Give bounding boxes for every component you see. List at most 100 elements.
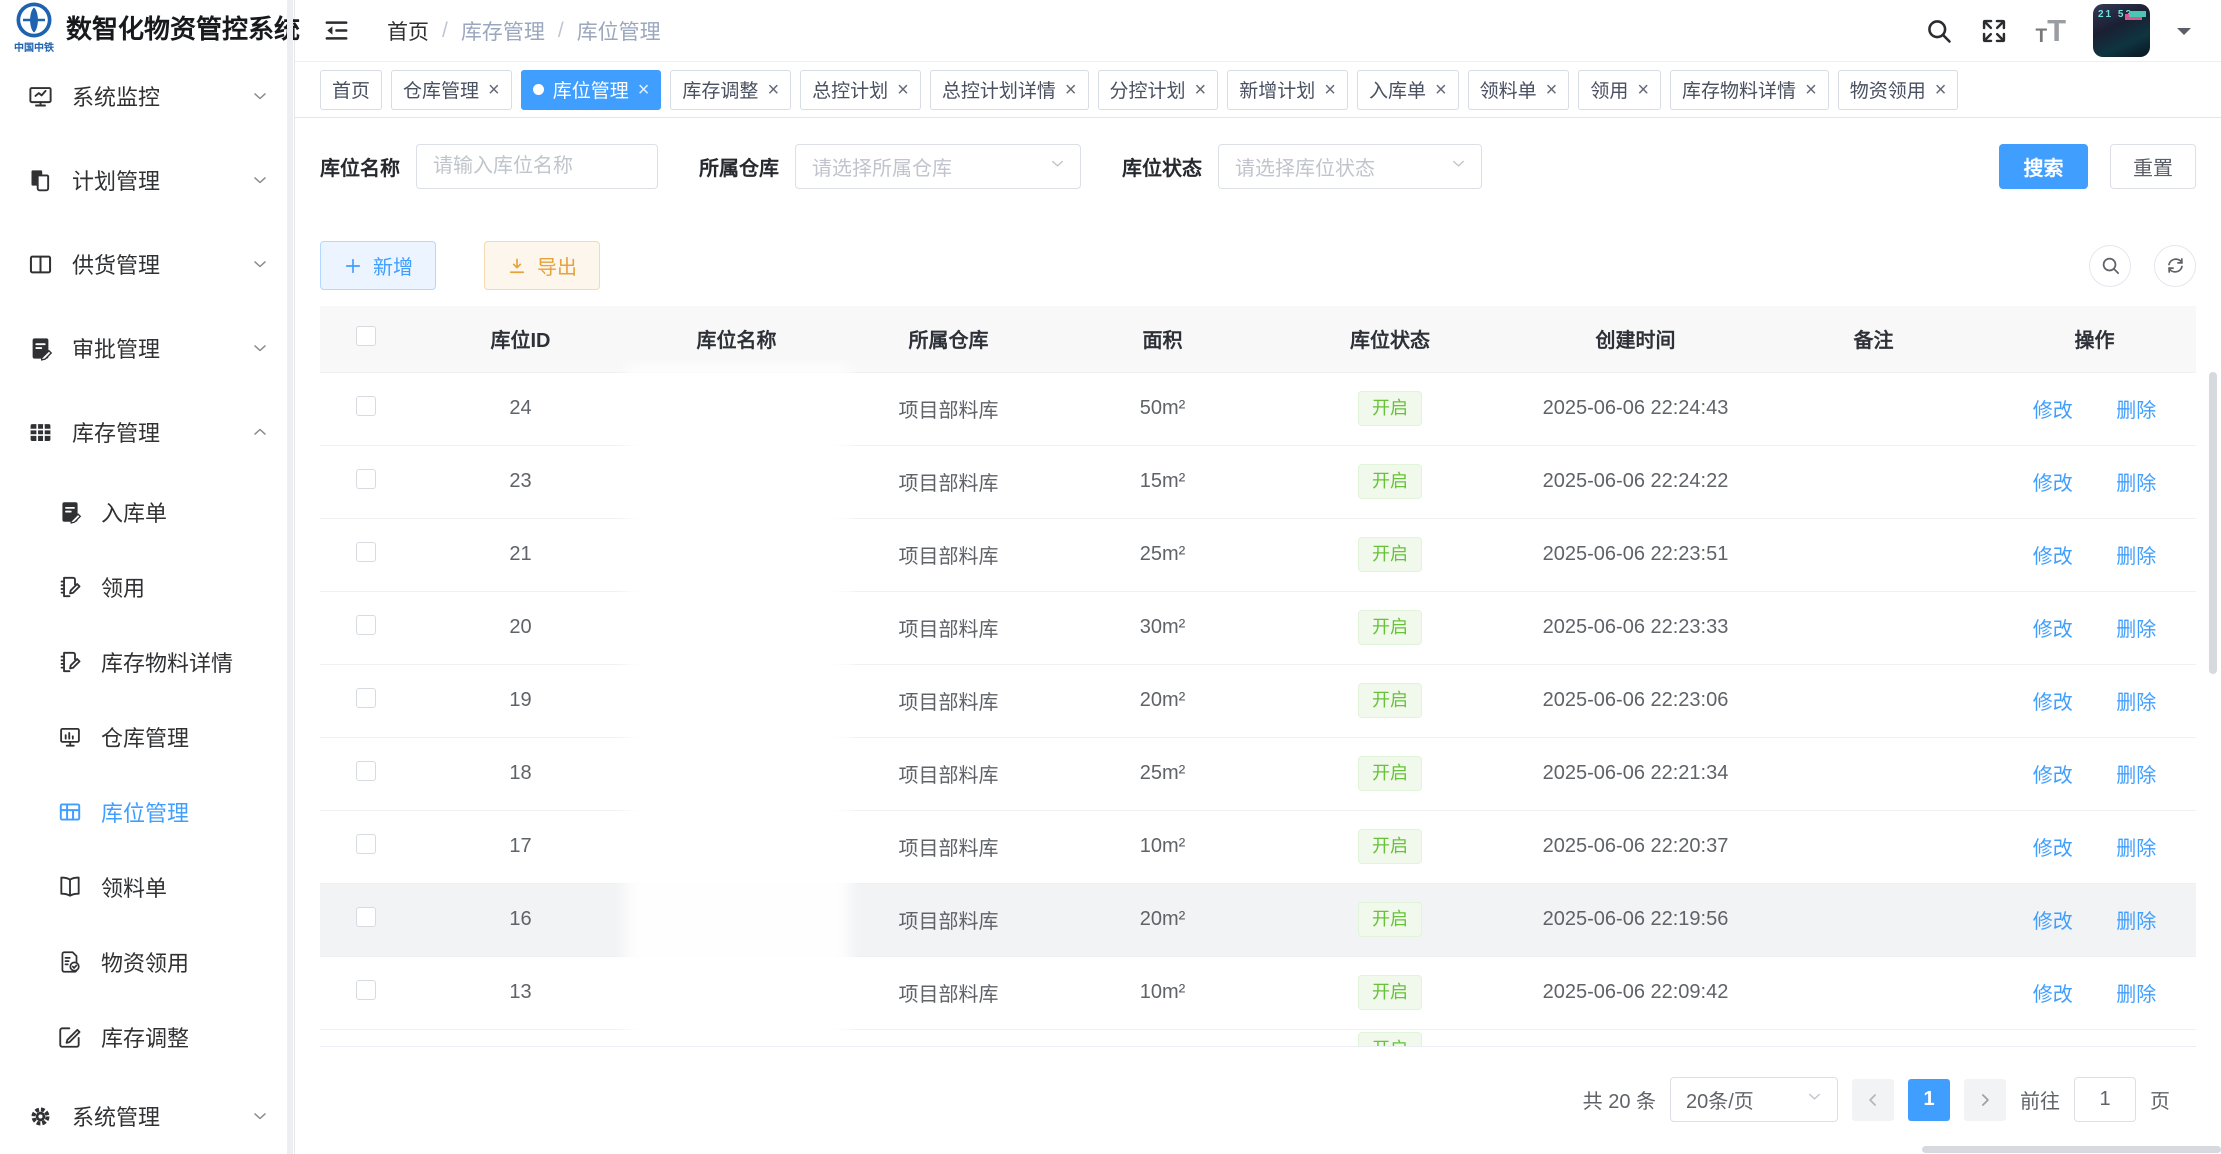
add-button[interactable]: 新增 [320,241,436,290]
tab[interactable]: 分控计划 × [1098,70,1219,110]
row-checkbox[interactable] [356,761,376,781]
edit-link[interactable]: 修改 [2033,984,2073,1006]
edit-link[interactable]: 修改 [2033,473,2073,495]
sidebar-fold-icon[interactable] [322,16,351,45]
sidebar-item-material-requisition[interactable]: 物资领用 [0,924,294,999]
row-checkbox[interactable] [356,834,376,854]
refresh-button[interactable] [2154,245,2196,287]
breadcrumb: 首页 / 库存管理 / 库位管理 [387,16,661,46]
sidebar-item-inventory-adjustment[interactable]: 库存调整 [0,999,294,1074]
edit-link[interactable]: 修改 [2033,546,2073,568]
edit-link[interactable]: 修改 [2033,692,2073,714]
font-size-icon[interactable]: TT [2035,15,2066,46]
edit-link[interactable]: 修改 [2033,838,2073,860]
sidebar-item-plan-management[interactable]: 计划管理 [0,138,294,222]
status-select[interactable]: 请选择库位状态 [1218,144,1482,189]
warehouse-select[interactable]: 请选择所属仓库 [795,144,1081,189]
page-number-current[interactable]: 1 [1908,1079,1950,1121]
export-button[interactable]: 导出 [484,241,600,290]
tab-close-icon[interactable]: × [1805,80,1817,100]
tab[interactable]: 领用 × [1578,70,1661,110]
tab-close-icon[interactable]: × [1546,80,1558,100]
tab-close-icon[interactable]: × [488,80,500,100]
row-checkbox[interactable] [356,469,376,489]
delete-link[interactable]: 删除 [2116,692,2156,714]
horizontal-scrollbar-thumb[interactable] [1922,1146,2221,1153]
tab-close-icon[interactable]: × [897,80,909,100]
sidebar-item-approval-management[interactable]: 审批管理 [0,306,294,390]
table-header: 库位ID 库位名称 所属仓库 面积 库位状态 创建时间 备注 操作 [320,306,2196,372]
next-page-button[interactable] [1964,1079,2006,1121]
edit-link[interactable]: 修改 [2033,400,2073,422]
vertical-scrollbar-thumb[interactable] [2209,372,2217,674]
page-size-select[interactable]: 20条/页 [1670,1077,1838,1122]
delete-link[interactable]: 删除 [2116,400,2156,422]
sidebar-scrollbar[interactable] [287,0,293,1154]
row-checkbox[interactable] [356,396,376,416]
row-checkbox[interactable] [356,907,376,927]
reset-button[interactable]: 重置 [2110,144,2196,189]
sidebar-item-system-management[interactable]: 系统管理 [0,1074,294,1154]
goto-page-input[interactable] [2074,1077,2136,1122]
cell-created-time: 2025-06-06 22:09:42 [1508,956,1763,1029]
location-name-input[interactable] [416,144,658,189]
cell-location-name [629,664,844,737]
tab[interactable]: 仓库管理 × [391,70,512,110]
delete-link[interactable]: 删除 [2116,911,2156,933]
delete-link[interactable]: 删除 [2116,546,2156,568]
tab[interactable]: 库位管理 × [521,70,662,110]
sidebar-item-inventory-material-detail[interactable]: 库存物料详情 [0,624,294,699]
edit-link[interactable]: 修改 [2033,911,2073,933]
breadcrumb-inventory[interactable]: 库存管理 [461,16,545,46]
row-checkbox[interactable] [356,542,376,562]
tab-close-icon[interactable]: × [1935,80,1947,100]
tab-close-icon[interactable]: × [1637,80,1649,100]
sidebar-item-system-monitor[interactable]: 系统监控 [0,54,294,138]
delete-link[interactable]: 删除 [2116,984,2156,1006]
tab[interactable]: 首页 [320,70,382,110]
sidebar-item-label: 系统管理 [72,1100,250,1132]
tab-close-icon[interactable]: × [1065,80,1077,100]
avatar[interactable]: 21 52 [2093,4,2150,57]
edit-link[interactable]: 修改 [2033,765,2073,787]
tab[interactable]: 物资领用 × [1838,70,1959,110]
chevron-down-icon [1449,154,1468,179]
row-checkbox[interactable] [356,615,376,635]
tab-close-icon[interactable]: × [767,80,779,100]
tab-close-icon[interactable]: × [1435,80,1447,100]
row-checkbox[interactable] [356,688,376,708]
cell-status: 开启 [1272,956,1508,1029]
sidebar-item-requisition[interactable]: 领用 [0,549,294,624]
row-checkbox[interactable] [356,980,376,1000]
table-row: 24 项目部料库 50m² 开启 2025-06-06 22:24:43 修改 … [320,372,2196,445]
tab-close-icon[interactable]: × [638,80,650,100]
tab[interactable]: 总控计划 × [800,70,921,110]
table-search-toggle-button[interactable] [2089,245,2131,287]
delete-link[interactable]: 删除 [2116,838,2156,860]
sidebar-item-inventory-management[interactable]: 库存管理 [0,390,294,474]
select-all-checkbox[interactable] [356,326,376,346]
tab[interactable]: 库存物料详情 × [1670,70,1829,110]
sidebar-item-inbound-order[interactable]: 入库单 [0,474,294,549]
breadcrumb-home[interactable]: 首页 [387,16,429,46]
user-menu-caret-icon[interactable] [2177,28,2191,42]
tab[interactable]: 新增计划 × [1227,70,1348,110]
sidebar-item-supply-management[interactable]: 供货管理 [0,222,294,306]
tab[interactable]: 库存调整 × [670,70,791,110]
sidebar-item-picking-list[interactable]: 领料单 [0,849,294,924]
sidebar-item-warehouse-management[interactable]: 仓库管理 [0,699,294,774]
tab-close-icon[interactable]: × [1324,80,1336,100]
prev-page-button[interactable] [1852,1079,1894,1121]
sidebar-item-location-management[interactable]: 库位管理 [0,774,294,849]
tab[interactable]: 总控计划详情 × [930,70,1089,110]
delete-link[interactable]: 删除 [2116,473,2156,495]
search-button[interactable]: 搜索 [1999,144,2088,189]
tab[interactable]: 领料单 × [1468,70,1570,110]
edit-link[interactable]: 修改 [2033,619,2073,641]
delete-link[interactable]: 删除 [2116,765,2156,787]
search-icon[interactable] [1925,17,1953,45]
fullscreen-icon[interactable] [1980,17,2008,45]
delete-link[interactable]: 删除 [2116,619,2156,641]
tab-close-icon[interactable]: × [1195,80,1207,100]
tab[interactable]: 入库单 × [1357,70,1459,110]
